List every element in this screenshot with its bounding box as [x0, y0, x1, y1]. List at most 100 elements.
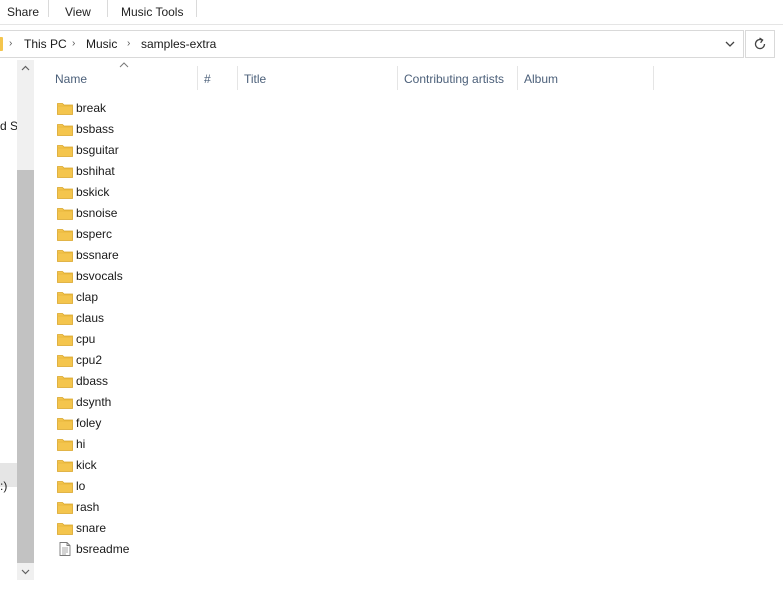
list-item-name: cpu: [76, 331, 96, 346]
folder-icon: [56, 289, 74, 305]
list-item[interactable]: break: [52, 97, 752, 118]
folder-icon: [56, 247, 74, 263]
list-item-name: bsnoise: [76, 205, 118, 220]
breadcrumb-samples-extra[interactable]: samples-extra: [141, 31, 216, 57]
folder-icon: [56, 457, 74, 473]
chevron-right-icon[interactable]: ›: [127, 31, 130, 57]
list-item-name: dbass: [76, 373, 109, 388]
list-item[interactable]: dbass: [52, 370, 752, 391]
list-item[interactable]: cpu2: [52, 349, 752, 370]
list-item-name: bssnare: [76, 247, 119, 262]
list-item[interactable]: bsnoise: [52, 202, 752, 223]
tab-divider: [107, 0, 108, 17]
scrollbar-thumb[interactable]: [17, 170, 34, 563]
tab-music-tools[interactable]: Music Tools: [121, 0, 183, 24]
folder-icon: [0, 37, 3, 51]
refresh-button[interactable]: [745, 30, 775, 58]
list-item[interactable]: bshihat: [52, 160, 752, 181]
chevron-right-icon[interactable]: ›: [9, 31, 12, 57]
folder-icon: [56, 142, 74, 158]
list-item-name: claus: [76, 310, 105, 325]
sort-ascending-icon: [119, 62, 129, 68]
list-item[interactable]: cpu: [52, 328, 752, 349]
folder-icon: [56, 121, 74, 137]
list-item[interactable]: hi: [52, 433, 752, 454]
list-item[interactable]: bssnare: [52, 244, 752, 265]
file-list: break bsbass bsguitar bshihat bskick bsnoise b…: [52, 97, 752, 559]
column-divider[interactable]: [653, 66, 654, 90]
column-header-contributing-artists[interactable]: Contributing artists: [404, 66, 504, 92]
list-item-name: bshihat: [76, 163, 115, 178]
list-item-name: bsguitar: [76, 142, 119, 157]
list-item[interactable]: bskick: [52, 181, 752, 202]
nav-item-partial[interactable]: :): [0, 479, 7, 493]
list-item[interactable]: rash: [52, 496, 752, 517]
folder-icon: [56, 226, 74, 242]
scroll-down-button[interactable]: [17, 563, 34, 580]
list-item-name: lo: [76, 478, 86, 493]
folder-icon: [56, 394, 74, 410]
tab-view[interactable]: View: [65, 0, 91, 24]
list-item-name: bsbass: [76, 121, 115, 136]
address-bar[interactable]: › This PC › Music › samples-extra: [0, 30, 744, 58]
folder-icon: [56, 205, 74, 221]
list-item-name: bsvocals: [76, 268, 123, 283]
column-header-album[interactable]: Album: [524, 66, 558, 92]
folder-icon: [56, 520, 74, 536]
list-item[interactable]: bsbass: [52, 118, 752, 139]
list-item[interactable]: foley: [52, 412, 752, 433]
column-divider[interactable]: [237, 66, 238, 90]
column-divider[interactable]: [517, 66, 518, 90]
column-header-number[interactable]: #: [204, 66, 211, 92]
address-dropdown-button[interactable]: [718, 31, 742, 57]
list-item-name: cpu2: [76, 352, 103, 367]
list-item[interactable]: claus: [52, 307, 752, 328]
chevron-down-icon: [21, 569, 30, 575]
list-item-name: snare: [76, 520, 107, 535]
refresh-icon: [754, 37, 766, 50]
column-header-name[interactable]: Name: [55, 66, 87, 92]
list-item[interactable]: kick: [52, 454, 752, 475]
list-item-name: rash: [76, 499, 100, 514]
list-item[interactable]: dsynth: [52, 391, 752, 412]
breadcrumb-music[interactable]: Music: [86, 31, 117, 57]
nav-item-partial[interactable]: d S: [0, 119, 18, 133]
nav-scrollbar[interactable]: [17, 60, 34, 580]
list-item-name: dsynth: [76, 394, 112, 409]
folder-icon: [56, 163, 74, 179]
list-item-name: kick: [76, 457, 97, 472]
folder-icon: [56, 499, 74, 515]
list-item[interactable]: bsreadme: [52, 538, 752, 559]
tab-divider: [196, 0, 197, 17]
folder-icon: [56, 415, 74, 431]
chevron-up-icon: [21, 65, 30, 71]
folder-icon: [56, 184, 74, 200]
list-item-name: bsreadme: [76, 541, 130, 556]
list-item[interactable]: bsperc: [52, 223, 752, 244]
folder-icon: [56, 436, 74, 452]
folder-icon: [56, 352, 74, 368]
tab-divider: [48, 0, 49, 17]
folder-icon: [56, 100, 74, 116]
folder-icon: [56, 478, 74, 494]
folder-icon: [56, 331, 74, 347]
breadcrumb-this-pc[interactable]: This PC: [24, 31, 67, 57]
ribbon-tabs: Share View Music Tools: [0, 0, 783, 25]
chevron-right-icon[interactable]: ›: [72, 31, 75, 57]
folder-icon: [56, 310, 74, 326]
list-item-name: foley: [76, 415, 102, 430]
list-item[interactable]: snare: [52, 517, 752, 538]
folder-icon: [56, 268, 74, 284]
list-item[interactable]: clap: [52, 286, 752, 307]
tab-share[interactable]: Share: [7, 0, 39, 24]
column-header-title[interactable]: Title: [244, 66, 266, 92]
scroll-up-button[interactable]: [17, 60, 34, 77]
list-item[interactable]: bsguitar: [52, 139, 752, 160]
list-item-name: hi: [76, 436, 86, 451]
column-divider[interactable]: [197, 66, 198, 90]
list-item[interactable]: lo: [52, 475, 752, 496]
column-divider[interactable]: [397, 66, 398, 90]
chevron-down-icon: [725, 41, 735, 47]
list-item[interactable]: bsvocals: [52, 265, 752, 286]
text-file-icon: [56, 541, 74, 557]
